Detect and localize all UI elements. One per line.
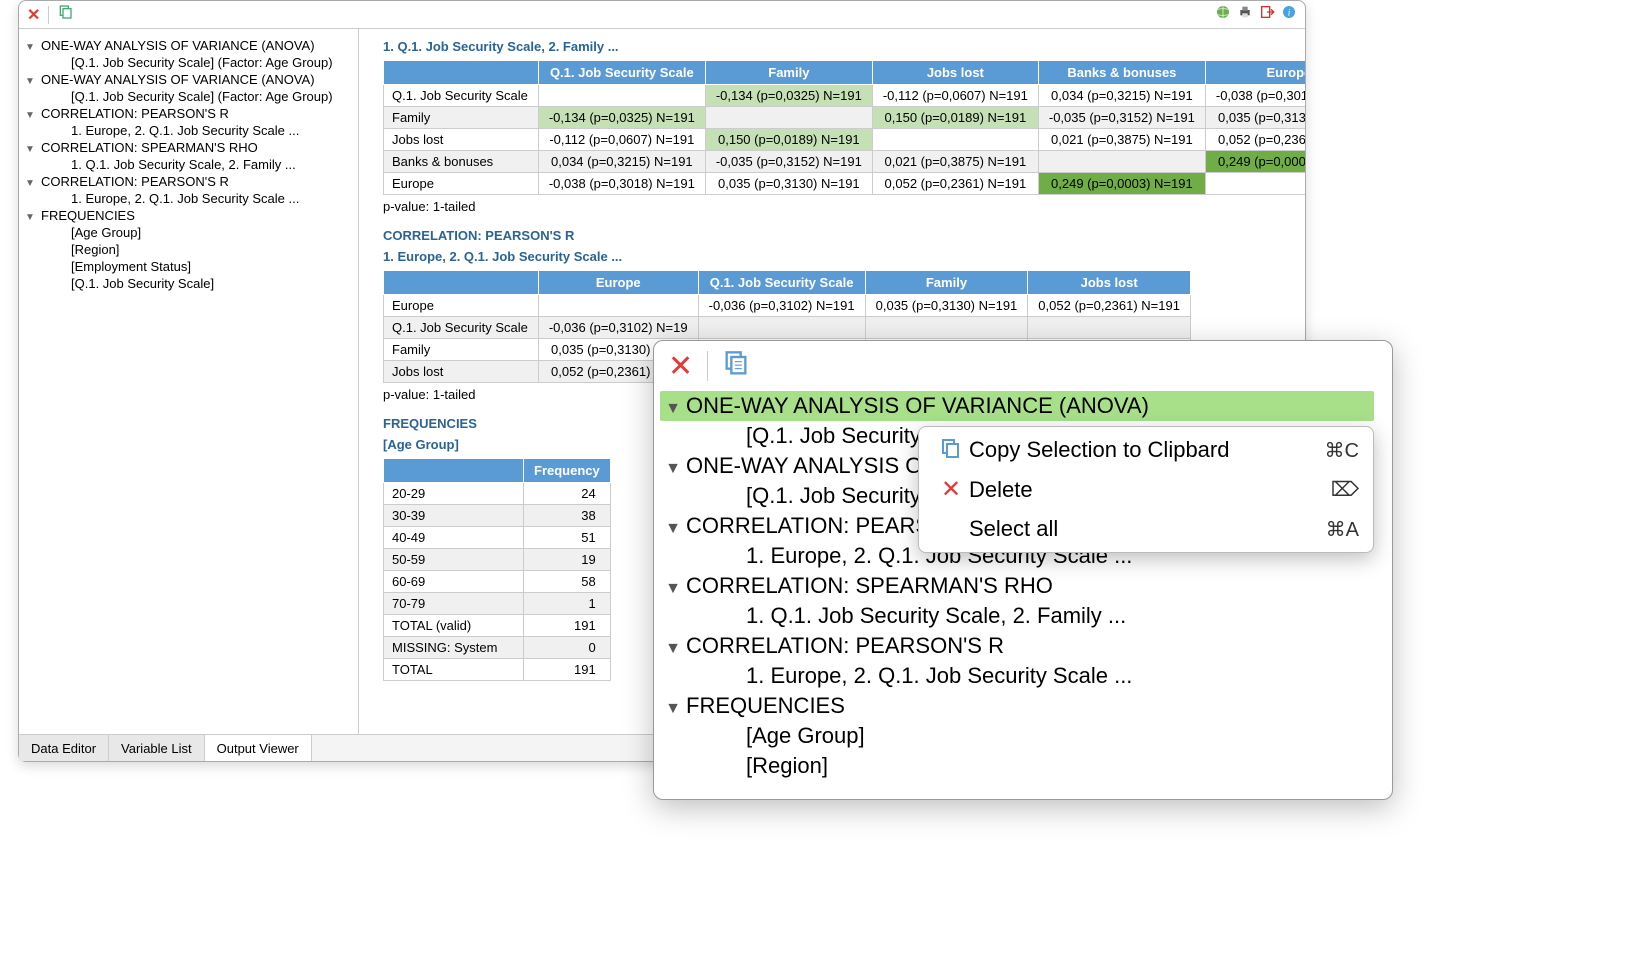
- popup-outline-item[interactable]: 1. Q.1. Job Security Scale, 2. Family ..…: [660, 601, 1386, 631]
- p-value-note: p-value: 1-tailed: [383, 199, 1281, 214]
- popup-outline[interactable]: ▼ONE-WAY ANALYSIS OF VARIANCE (ANOVA)[Q.…: [654, 391, 1392, 799]
- outline-item[interactable]: 1. Europe, 2. Q.1. Job Security Scale ..…: [25, 122, 352, 139]
- export-icon[interactable]: [1259, 4, 1275, 25]
- popup-outline-item[interactable]: [Region]: [660, 751, 1386, 781]
- section-subtitle: 1. Europe, 2. Q.1. Job Security Scale ..…: [383, 249, 1281, 264]
- popup-outline-item[interactable]: ▼CORRELATION: SPEARMAN'S RHO: [660, 571, 1386, 601]
- tab-variable-list[interactable]: Variable List: [109, 735, 205, 761]
- outline-item[interactable]: 1. Europe, 2. Q.1. Job Security Scale ..…: [25, 190, 352, 207]
- menu-item-delete[interactable]: ✕Delete⌦: [919, 469, 1373, 510]
- globe-icon[interactable]: [1215, 4, 1231, 25]
- popup-outline-item[interactable]: ▼ONE-WAY ANALYSIS OF VARIANCE (ANOVA): [660, 391, 1374, 421]
- menu-item-copy[interactable]: Copy Selection to Clipbard⌘C: [919, 431, 1373, 469]
- outline-pane[interactable]: ▼ONE-WAY ANALYSIS OF VARIANCE (ANOVA)[Q.…: [19, 29, 359, 734]
- outline-item[interactable]: ▼FREQUENCIES: [25, 207, 352, 224]
- divider: [48, 6, 49, 24]
- tab-output-viewer[interactable]: Output Viewer: [205, 735, 312, 761]
- section-subtitle: 1. Q.1. Job Security Scale, 2. Family ..…: [383, 39, 1281, 54]
- section-title: CORRELATION: PEARSON'S R: [383, 228, 1281, 243]
- outline-item[interactable]: [Employment Status]: [25, 258, 352, 275]
- outline-item[interactable]: ▼CORRELATION: PEARSON'S R: [25, 173, 352, 190]
- frequency-table: Frequency20-292430-393840-495150-591960-…: [383, 458, 611, 681]
- printer-icon[interactable]: [1237, 4, 1253, 25]
- outline-item[interactable]: ▼ONE-WAY ANALYSIS OF VARIANCE (ANOVA): [25, 37, 352, 54]
- outline-item[interactable]: ▼ONE-WAY ANALYSIS OF VARIANCE (ANOVA): [25, 71, 352, 88]
- copy-icon[interactable]: [722, 350, 750, 383]
- close-icon[interactable]: ✕: [668, 349, 693, 384]
- outline-item[interactable]: ▼CORRELATION: PEARSON'S R: [25, 105, 352, 122]
- popup-outline-item[interactable]: ▼CORRELATION: PEARSON'S R: [660, 631, 1386, 661]
- popup-outline-item[interactable]: ▼FREQUENCIES: [660, 691, 1386, 721]
- outline-item[interactable]: ▼CORRELATION: SPEARMAN'S RHO: [25, 139, 352, 156]
- popup-toolbar: ✕: [654, 341, 1392, 391]
- outline-item[interactable]: 1. Q.1. Job Security Scale, 2. Family ..…: [25, 156, 352, 173]
- correlation-table-1: Q.1. Job Security ScaleFamilyJobs lostBa…: [383, 60, 1305, 195]
- info-icon[interactable]: i: [1281, 4, 1297, 25]
- divider: [707, 351, 708, 381]
- svg-text:i: i: [1288, 8, 1291, 18]
- outline-item[interactable]: [Q.1. Job Security Scale] (Factor: Age G…: [25, 54, 352, 71]
- copy-icon[interactable]: [57, 4, 73, 25]
- popup-outline-item[interactable]: 1. Europe, 2. Q.1. Job Security Scale ..…: [660, 661, 1386, 691]
- outline-item[interactable]: [Q.1. Job Security Scale]: [25, 275, 352, 292]
- popup-outline-item[interactable]: [Age Group]: [660, 721, 1386, 751]
- tab-data-editor[interactable]: Data Editor: [19, 735, 109, 761]
- outline-item[interactable]: [Age Group]: [25, 224, 352, 241]
- outline-item[interactable]: [Q.1. Job Security Scale] (Factor: Age G…: [25, 88, 352, 105]
- toolbar: ✕ i: [19, 1, 1305, 29]
- close-icon[interactable]: ✕: [27, 5, 40, 25]
- context-menu: Copy Selection to Clipbard⌘C✕Delete⌦Sele…: [918, 426, 1374, 553]
- popup-window: ✕ ▼ONE-WAY ANALYSIS OF VARIANCE (ANOVA)[…: [653, 340, 1393, 800]
- menu-item-select[interactable]: Select all⌘A: [919, 510, 1373, 548]
- outline-item[interactable]: [Region]: [25, 241, 352, 258]
